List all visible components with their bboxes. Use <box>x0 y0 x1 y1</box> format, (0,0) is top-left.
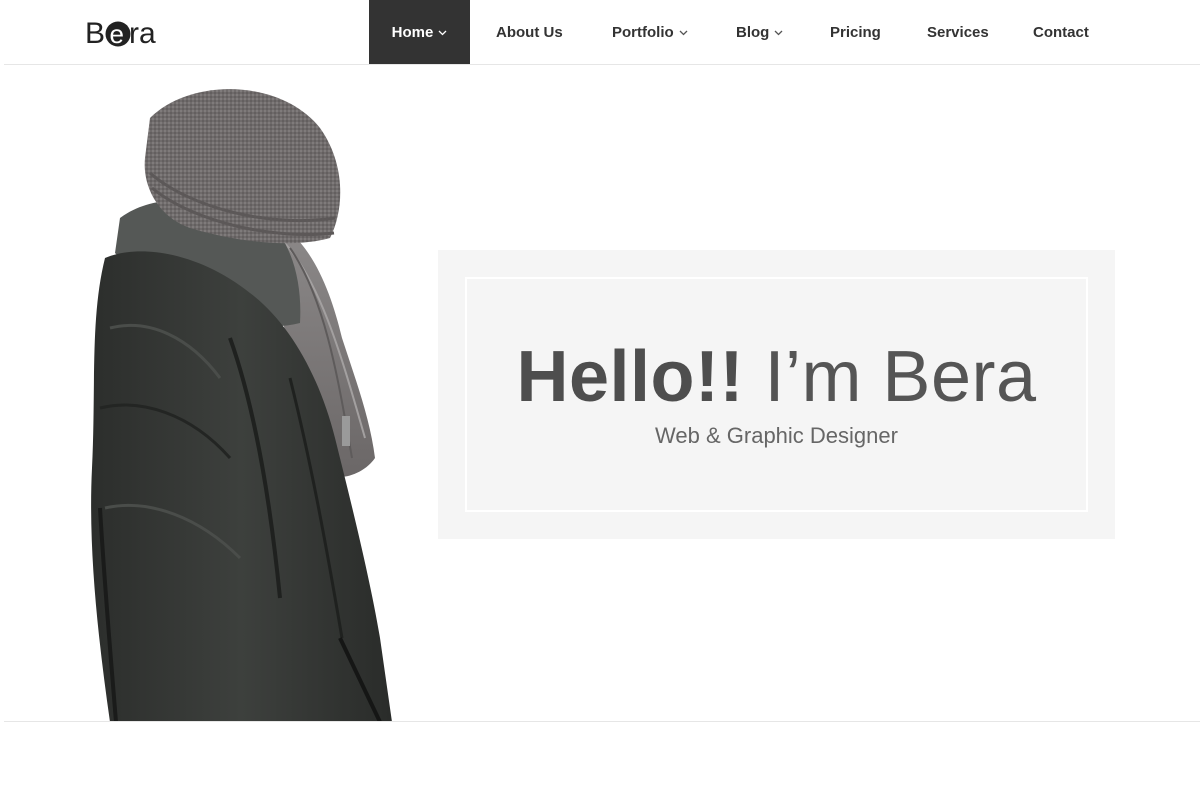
hero-tagline: Web & Graphic Designer <box>655 423 898 448</box>
nav-item-pricing[interactable]: Pricing <box>808 0 907 65</box>
site-header: B e ra Home About Us Portfolio Blog Pric… <box>0 0 1200 65</box>
hero-card: Hello!! I’m Bera Web & Graphic Designer <box>438 250 1115 539</box>
svg-text:ra: ra <box>129 17 156 50</box>
hero-card-frame: Hello!! I’m Bera Web & Graphic Designer <box>465 277 1088 512</box>
chevron-down-icon <box>438 30 447 36</box>
nav-item-label: Services <box>927 24 989 41</box>
section-divider <box>4 721 1200 722</box>
nav-item-label: Home <box>391 24 434 41</box>
header-divider <box>4 64 1200 65</box>
nav-item-label: Portfolio <box>612 24 674 41</box>
hero-headline: Hello!! I’m Bera <box>467 339 1086 415</box>
nav-item-blog[interactable]: Blog <box>714 0 808 65</box>
nav-item-label: Contact <box>1033 24 1089 41</box>
nav-item-label: About Us <box>496 24 563 41</box>
nav-item-portfolio[interactable]: Portfolio <box>590 0 714 65</box>
nav-item-about-us[interactable]: About Us <box>470 0 590 65</box>
nav-item-label: Blog <box>736 24 770 41</box>
svg-text:e: e <box>110 19 124 49</box>
svg-text:B: B <box>85 17 105 50</box>
hero-intro: I’m Bera <box>764 337 1037 417</box>
nav-item-label: Pricing <box>830 24 881 41</box>
chevron-down-icon <box>774 30 783 36</box>
nav-item-contact[interactable]: Contact <box>1014 0 1114 65</box>
hero-greeting: Hello!! <box>516 337 744 417</box>
hero-portrait-image <box>80 78 415 722</box>
nav-item-services[interactable]: Services <box>907 0 1014 65</box>
brand-logo[interactable]: B e ra <box>85 14 169 50</box>
main-nav: Home About Us Portfolio Blog Pricing Ser… <box>369 0 1114 65</box>
chevron-down-icon <box>679 30 688 36</box>
nav-item-home[interactable]: Home <box>369 0 470 65</box>
logo-wordmark: B e ra <box>85 17 156 50</box>
